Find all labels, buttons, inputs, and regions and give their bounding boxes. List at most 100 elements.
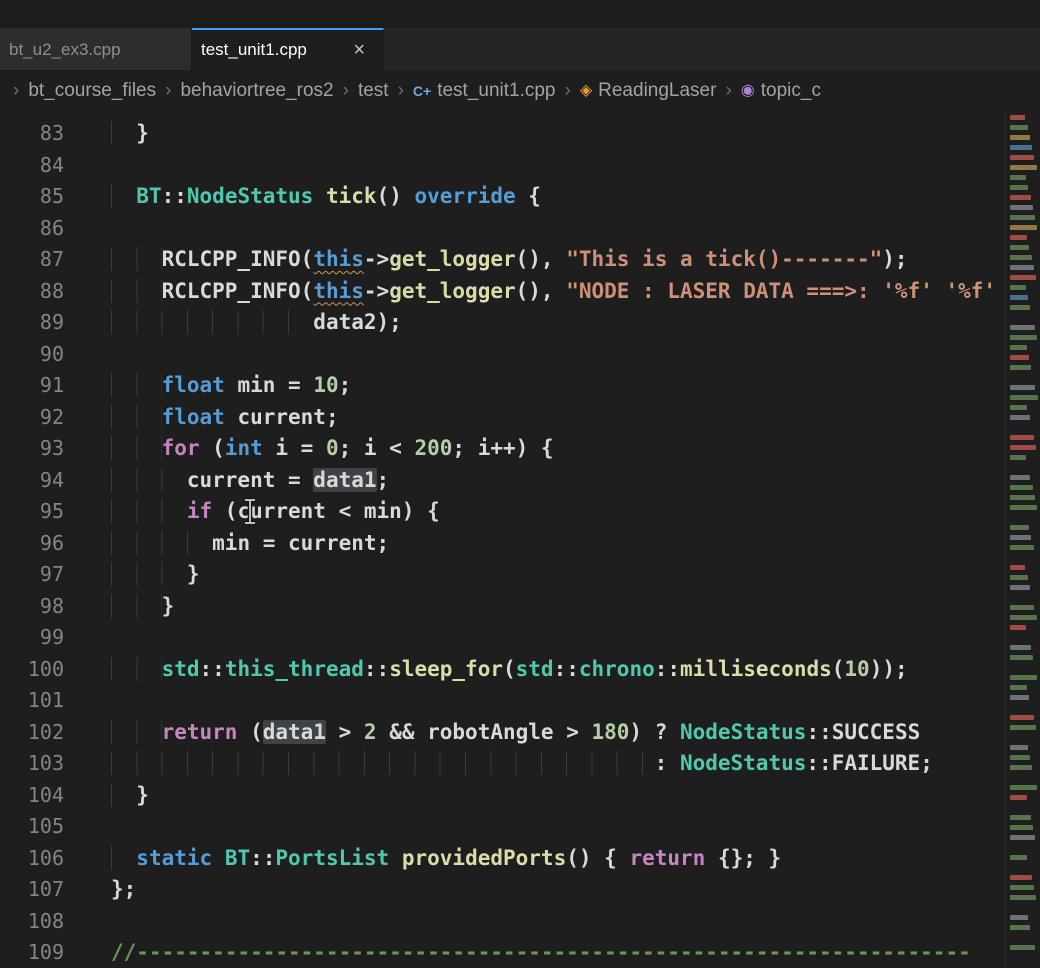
tab-label: bt_u2_ex3.cpp — [9, 40, 121, 60]
line-number: 93 — [0, 433, 64, 465]
minimap-row — [1010, 935, 1038, 940]
code-line-106[interactable]: 106 static BT::PortsList providedPorts()… — [0, 843, 1005, 875]
code-token: tick — [326, 184, 377, 208]
code-line-97[interactable]: 97 } — [0, 559, 1005, 591]
tab-bt_u2_ex3.cpp[interactable]: bt_u2_ex3.cpp — [0, 28, 192, 70]
minimap-row — [1010, 545, 1034, 550]
breadcrumb-item-bt_course_files[interactable]: bt_course_files — [28, 80, 156, 102]
code-line-89[interactable]: 89 data2); — [0, 307, 1005, 339]
code-token: BT — [136, 184, 161, 208]
line-number: 106 — [0, 843, 64, 875]
line-number: 107 — [0, 874, 64, 906]
code-line-108[interactable]: 108 — [0, 906, 1005, 938]
minimap-row — [1010, 565, 1025, 570]
minimap-row — [1010, 625, 1026, 630]
line-number: 86 — [0, 213, 64, 245]
code-token: FAILURE; — [832, 751, 933, 775]
code-token: :: — [250, 846, 275, 870]
minimap[interactable] — [1005, 112, 1040, 968]
code-line-93[interactable]: 93 for (int i = 0; i < 200; i++) { — [0, 433, 1005, 465]
code-line-95[interactable]: 95 if (current < min) { — [0, 496, 1005, 528]
line-content: static BT::PortsList providedPorts() { r… — [64, 843, 1005, 875]
code-line-90[interactable]: 90 — [0, 339, 1005, 371]
line-number: 98 — [0, 591, 64, 623]
line-content: //--------------------------------------… — [64, 937, 1005, 968]
indent-guides — [111, 562, 187, 586]
occurrence-highlight: data1 — [263, 720, 326, 744]
tab-close-icon[interactable]: × — [335, 40, 365, 60]
minimap-row — [1010, 735, 1038, 740]
code-line-102[interactable]: 102 return (data1 > 2 && robotAngle > 18… — [0, 717, 1005, 749]
indent-guides — [111, 121, 136, 145]
code-line-98[interactable]: 98 } — [0, 591, 1005, 623]
minimap-row — [1010, 475, 1030, 480]
code-line-109[interactable]: 109//-----------------------------------… — [0, 937, 1005, 968]
code-line-85[interactable]: 85 BT::NodeStatus tick() override { — [0, 181, 1005, 213]
code-token: min = — [225, 373, 314, 397]
code-line-91[interactable]: 91 float min = 10; — [0, 370, 1005, 402]
code-line-96[interactable]: 96 min = current; — [0, 528, 1005, 560]
code-area[interactable]: 83 }8485 BT::NodeStatus tick() override … — [0, 118, 1005, 968]
code-token: ( — [503, 657, 516, 681]
line-content: current = data1; — [64, 465, 1005, 497]
code-line-100[interactable]: 100 std::this_thread::sleep_for(std::chr… — [0, 654, 1005, 686]
breadcrumb-label: topic_c — [761, 80, 821, 102]
line-number: 100 — [0, 654, 64, 686]
minimap-row — [1010, 135, 1030, 140]
indent-guides — [111, 436, 162, 460]
breadcrumb-item-test[interactable]: test — [358, 80, 389, 102]
tab-test_unit1.cpp[interactable]: test_unit1.cpp× — [192, 28, 384, 70]
code-token: (), — [516, 247, 567, 271]
code-line-99[interactable]: 99 — [0, 622, 1005, 654]
code-line-107[interactable]: 107}; — [0, 874, 1005, 906]
line-content — [64, 622, 1005, 654]
code-line-92[interactable]: 92 float current; — [0, 402, 1005, 434]
code-token: > — [326, 720, 364, 744]
minimap-row — [1010, 585, 1030, 590]
code-line-84[interactable]: 84 — [0, 150, 1005, 182]
code-line-103[interactable]: 103 : NodeStatus::FAILURE; — [0, 748, 1005, 780]
code-line-87[interactable]: 87 RCLCPP_INFO(this->get_logger(), "This… — [0, 244, 1005, 276]
line-number: 108 — [0, 906, 64, 938]
line-number: 85 — [0, 181, 64, 213]
breadcrumb-item-topic_c[interactable]: ◉topic_c — [741, 80, 821, 102]
minimap-row — [1010, 235, 1027, 240]
line-content — [64, 213, 1005, 245]
line-content: } — [64, 559, 1005, 591]
code-token: min = current; — [212, 531, 389, 555]
minimap-row — [1010, 215, 1035, 220]
minimap-row — [1010, 515, 1038, 520]
code-line-88[interactable]: 88 RCLCPP_INFO(this->get_logger(), "NODE… — [0, 276, 1005, 308]
minimap-row — [1010, 295, 1028, 300]
code-line-105[interactable]: 105 — [0, 811, 1005, 843]
breadcrumb-item-behaviortree_ros2[interactable]: behaviortree_ros2 — [180, 80, 333, 102]
code-editor[interactable]: 83 }8485 BT::NodeStatus tick() override … — [0, 112, 1040, 968]
indent-guides — [111, 468, 187, 492]
code-line-86[interactable]: 86 — [0, 213, 1005, 245]
breadcrumb-item-test_unit1.cpp[interactable]: C+test_unit1.cpp — [413, 80, 556, 102]
breadcrumb-item-ReadingLaser[interactable]: ◈ReadingLaser — [580, 80, 717, 102]
code-token: :: — [554, 657, 579, 681]
minimap-row — [1010, 415, 1030, 420]
minimap-row — [1010, 435, 1034, 440]
line-number: 84 — [0, 150, 64, 182]
minimap-row — [1010, 225, 1037, 230]
code-line-94[interactable]: 94 current = data1; — [0, 465, 1005, 497]
code-token: ; i < — [339, 436, 415, 460]
line-number: 88 — [0, 276, 64, 308]
code-token — [389, 846, 402, 870]
minimap-row — [1010, 645, 1031, 650]
code-line-101[interactable]: 101 — [0, 685, 1005, 717]
code-token: "NODE : LASER DATA ===>: '%f' '%f' — [566, 279, 996, 303]
code-token: () — [377, 184, 415, 208]
minimap-row — [1010, 665, 1038, 670]
line-content: for (int i = 0; i < 200; i++) { — [64, 433, 1005, 465]
code-token: override — [415, 184, 516, 208]
code-token: ) ? — [629, 720, 680, 744]
code-token: std — [516, 657, 554, 681]
code-line-83[interactable]: 83 } — [0, 118, 1005, 150]
indent-guides — [111, 720, 162, 744]
code-token: -> — [364, 279, 389, 303]
line-number: 90 — [0, 339, 64, 371]
code-line-104[interactable]: 104 } — [0, 780, 1005, 812]
